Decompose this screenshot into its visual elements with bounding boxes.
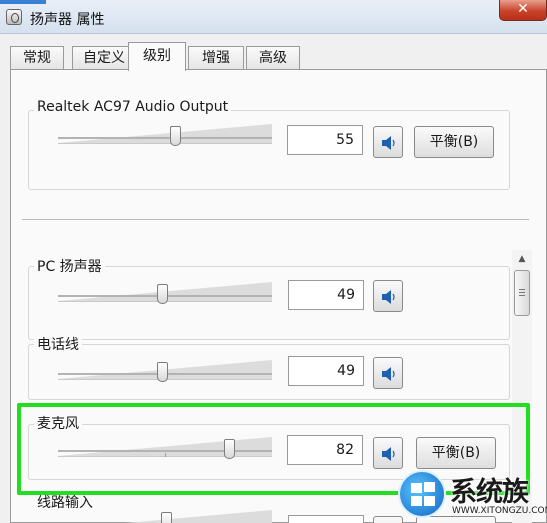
pc-speaker-label: PC 扬声器 <box>34 256 105 276</box>
phone-line-slider-thumb[interactable] <box>157 362 168 382</box>
phone-line-slider[interactable] <box>58 360 272 382</box>
scroll-up-arrow-icon[interactable]: ▲ <box>512 250 532 268</box>
tab-custom[interactable]: 自定义 <box>72 46 136 70</box>
windows-logo-icon <box>398 470 446 518</box>
line-in-label: 线路输入 <box>34 492 96 512</box>
tab-general[interactable]: 常规 <box>10 46 64 70</box>
top-strip <box>0 0 46 4</box>
watermark-url: WWW.XITONGZU.COM <box>452 506 547 516</box>
master-balance-button[interactable]: 平衡(B) <box>414 126 494 158</box>
pc-speaker-slider[interactable] <box>58 282 272 304</box>
watermark-site-name: 系统族 <box>450 477 529 508</box>
master-volume-slider[interactable] <box>58 124 272 146</box>
close-button[interactable]: ✕ <box>499 0 547 21</box>
tab-enhancements[interactable]: 增强 <box>188 46 244 70</box>
window-title: 扬声器 属性 <box>30 12 105 28</box>
pc-speaker-group <box>28 266 510 340</box>
scroll-thumb[interactable] <box>514 270 530 316</box>
master-device-label: Realtek AC97 Audio Output <box>34 99 232 115</box>
pc-speaker-mute-button[interactable] <box>373 280 403 312</box>
speaker-icon <box>382 136 395 150</box>
separator <box>22 219 529 220</box>
speaker-icon <box>382 367 395 381</box>
phone-line-volume-value[interactable]: 49 <box>288 356 364 386</box>
title-bar: 扬声器 属性 ✕ <box>0 0 547 34</box>
master-mute-button[interactable] <box>373 126 403 158</box>
pc-speaker-volume-value[interactable]: 49 <box>288 280 364 310</box>
line-in-slider[interactable] <box>58 510 272 523</box>
line-in-slider-thumb[interactable] <box>161 512 172 523</box>
pc-speaker-slider-thumb[interactable] <box>157 284 168 304</box>
phone-line-mute-button[interactable] <box>373 357 403 389</box>
speaker-properties-icon <box>6 9 22 25</box>
watermark: 系统族 WWW.XITONGZU.COM <box>398 466 547 523</box>
tab-levels[interactable]: 级别 <box>128 42 186 71</box>
master-slider-thumb[interactable] <box>170 126 181 146</box>
tab-advanced[interactable]: 高级 <box>246 46 300 70</box>
speaker-icon <box>382 290 395 304</box>
master-volume-value[interactable]: 55 <box>287 125 363 155</box>
line-in-volume-value[interactable] <box>288 515 364 523</box>
phone-line-label: 电话线 <box>34 334 82 354</box>
